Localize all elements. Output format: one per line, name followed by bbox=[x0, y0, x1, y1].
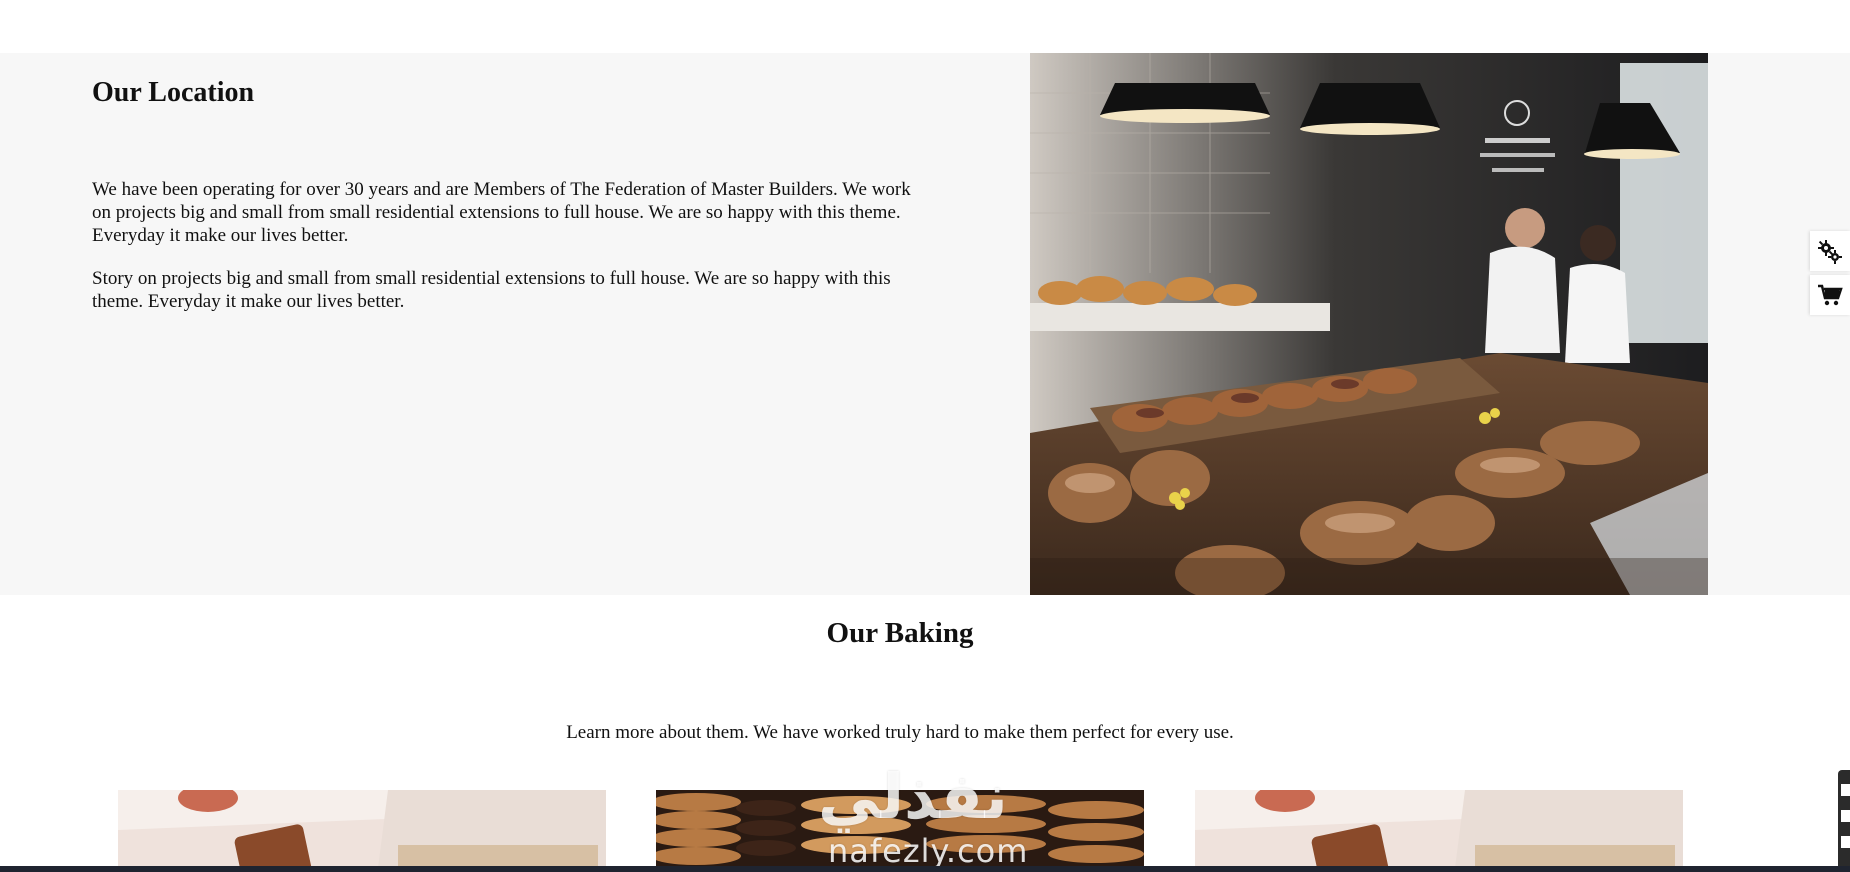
settings-widget[interactable] bbox=[1810, 231, 1850, 271]
baking-card-image bbox=[656, 790, 1144, 868]
baking-card-image bbox=[1195, 790, 1683, 868]
location-text: We have been operating for over 30 years… bbox=[92, 178, 912, 333]
cart-widget[interactable] bbox=[1810, 275, 1850, 315]
corner-tab-mark bbox=[1841, 784, 1850, 796]
location-title: Our Location bbox=[92, 77, 255, 108]
page: Our Location We have been operating for … bbox=[0, 0, 1850, 872]
corner-tab-mark bbox=[1841, 836, 1850, 848]
baking-card-3[interactable] bbox=[1195, 790, 1683, 868]
baking-subtitle: Learn more about them. We have worked tr… bbox=[566, 722, 1234, 743]
location-paragraph-2: Story on projects big and small from sma… bbox=[92, 268, 891, 312]
bakery-photo bbox=[1030, 53, 1708, 595]
baking-title: Our Baking bbox=[826, 617, 974, 649]
corner-tab-mark bbox=[1841, 810, 1850, 822]
cart-icon bbox=[1818, 284, 1843, 306]
location-paragraph-1: We have been operating for over 30 years… bbox=[92, 179, 911, 246]
baking-card-image bbox=[118, 790, 606, 868]
baking-card-1[interactable] bbox=[118, 790, 606, 868]
gears-icon bbox=[1818, 240, 1842, 264]
corner-panel-tab[interactable] bbox=[1838, 770, 1850, 872]
bottom-bar bbox=[0, 866, 1850, 872]
baking-card-2[interactable] bbox=[656, 790, 1144, 868]
location-section: Our Location We have been operating for … bbox=[0, 53, 1850, 595]
